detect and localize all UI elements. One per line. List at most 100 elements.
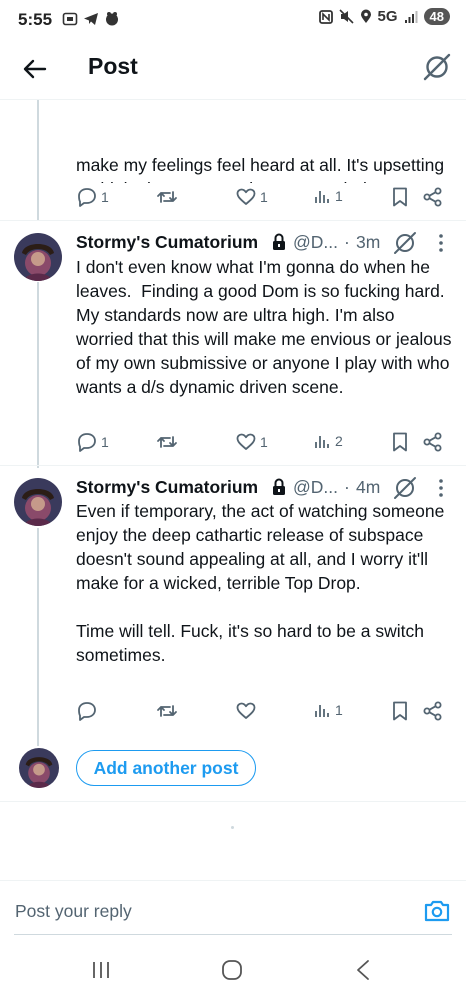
camera-button[interactable] — [423, 898, 451, 924]
share-button[interactable] — [422, 186, 444, 208]
display-name[interactable]: Stormy's Cumatorium — [76, 477, 258, 498]
views-icon — [315, 191, 329, 203]
reply-button[interactable]: 1 — [76, 186, 109, 208]
handle[interactable]: @D... — [293, 232, 338, 253]
status-bar: 5:55 5G 48 — [0, 0, 466, 40]
back-nav-icon[interactable] — [354, 959, 372, 981]
timestamp[interactable]: 3m — [356, 232, 380, 253]
bookmark-icon — [393, 701, 407, 721]
loading-dot — [231, 826, 234, 829]
grok-icon[interactable] — [392, 230, 418, 256]
tweet-text-content: make my feelings feel heard at all. It's… — [76, 155, 445, 183]
thread-line — [37, 528, 39, 746]
lock-icon — [273, 478, 285, 495]
network-label: 5G — [377, 8, 398, 25]
views-count: 1 — [335, 702, 343, 718]
share-icon — [423, 187, 442, 207]
tweet-divider — [0, 465, 466, 466]
section-divider — [0, 801, 466, 802]
screenshot-icon — [62, 12, 78, 26]
like-button[interactable]: 1 — [235, 186, 268, 208]
views-button[interactable]: 2 — [312, 431, 343, 451]
tweet-text: I don't even know what I'm gonna do when… — [76, 257, 457, 397]
like-icon — [236, 433, 256, 450]
notification-icons — [62, 11, 120, 27]
bookmark-icon — [393, 187, 407, 207]
tweet-header: Stormy's Cumatorium @D... · 4m — [76, 475, 456, 501]
avatar — [19, 748, 59, 788]
reply-bar: Post your reply — [0, 881, 466, 939]
views-count: 1 — [335, 188, 343, 204]
like-icon — [236, 188, 256, 205]
grok-icon[interactable] — [392, 475, 418, 501]
telegram-icon — [84, 13, 98, 25]
reply-button[interactable] — [76, 700, 101, 722]
reply-count: 1 — [101, 189, 109, 205]
timestamp[interactable]: 4m — [356, 477, 380, 498]
avatar[interactable] — [14, 233, 62, 281]
system-nav-bar — [0, 940, 466, 1000]
back-arrow-icon — [23, 59, 47, 79]
status-time: 5:55 — [18, 10, 53, 29]
like-count: 1 — [260, 189, 268, 205]
reply-underline — [14, 934, 452, 935]
avatar[interactable] — [14, 478, 62, 526]
tweet-header: Stormy's Cumatorium @D... · 3m — [76, 230, 456, 256]
retweet-icon — [157, 705, 177, 717]
share-button[interactable] — [422, 431, 444, 453]
views-icon — [315, 436, 329, 448]
more-icon[interactable] — [436, 477, 446, 499]
tweet-actions: 1 — [76, 700, 448, 726]
lock-icon — [273, 233, 285, 250]
share-icon — [423, 701, 442, 721]
reply-icon — [78, 433, 96, 452]
views-icon — [315, 705, 329, 717]
signal-icon — [404, 10, 418, 23]
back-button[interactable] — [20, 54, 50, 84]
views-button[interactable]: 1 — [312, 186, 343, 206]
bookmark-button[interactable] — [390, 700, 410, 722]
share-button[interactable] — [422, 700, 444, 722]
nfc-icon — [318, 9, 333, 24]
views-button[interactable]: 1 — [312, 700, 343, 720]
recent-apps-icon[interactable] — [91, 960, 111, 980]
like-icon — [236, 702, 256, 719]
camera-icon — [424, 900, 450, 922]
retweet-button[interactable] — [156, 186, 181, 208]
bookmark-button[interactable] — [390, 186, 410, 208]
reply-count: 1 — [101, 434, 109, 450]
add-another-post-button[interactable]: Add another post — [76, 750, 256, 786]
like-button[interactable]: 1 — [235, 431, 268, 453]
tweet-text: Even if temporary, the act of watching s… — [76, 501, 445, 665]
reply-button[interactable]: 1 — [76, 431, 109, 453]
handle[interactable]: @D... — [293, 477, 338, 498]
system-status: 5G 48 — [318, 8, 450, 25]
retweet-icon — [157, 191, 177, 203]
tweet-divider — [0, 220, 466, 221]
location-icon — [360, 9, 371, 23]
home-icon[interactable] — [221, 959, 243, 981]
reply-icon — [78, 188, 96, 207]
display-name[interactable]: Stormy's Cumatorium — [76, 232, 258, 253]
retweet-icon — [157, 436, 177, 448]
app-notification-icon — [106, 12, 118, 26]
bookmark-button[interactable] — [390, 431, 410, 453]
share-icon — [423, 432, 442, 452]
battery-indicator: 48 — [423, 8, 450, 25]
views-count: 2 — [335, 433, 343, 449]
tweet-text: make my feelings feel heard at all. It's… — [76, 93, 454, 183]
mute-icon — [338, 9, 354, 24]
thread-line — [37, 282, 39, 468]
like-button[interactable] — [235, 700, 260, 722]
reply-input[interactable]: Post your reply — [15, 901, 132, 922]
tweet-actions: 1 1 1 — [76, 186, 448, 212]
like-count: 1 — [260, 434, 268, 450]
grok-icon — [423, 53, 451, 81]
thread-line — [37, 100, 39, 220]
page-title: Post — [88, 53, 138, 79]
retweet-button[interactable] — [156, 431, 181, 453]
more-icon[interactable] — [436, 232, 446, 254]
reply-icon — [78, 702, 96, 721]
retweet-button[interactable] — [156, 700, 181, 722]
grok-button[interactable] — [422, 52, 452, 82]
